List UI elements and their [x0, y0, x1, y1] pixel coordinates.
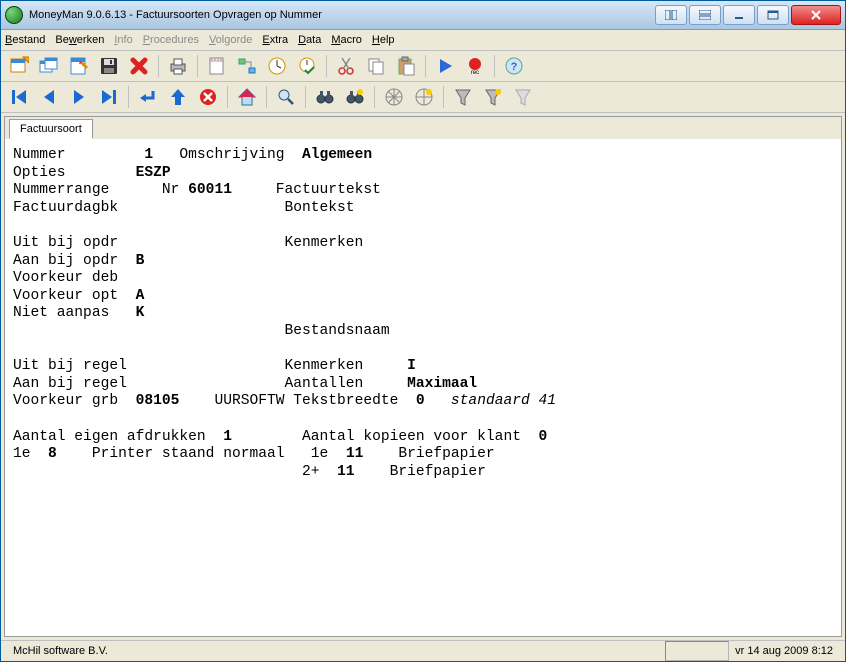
menu-info: Info [114, 34, 132, 46]
status-bar: McHil software B.V. vr 14 aug 2009 8:12 [1, 640, 845, 661]
menu-help[interactable]: Help [372, 34, 395, 46]
clock-icon[interactable] [263, 52, 291, 80]
edit-icon[interactable] [65, 52, 93, 80]
toolbar-navigation [1, 82, 845, 113]
menu-bewerken[interactable]: Bewerken [55, 34, 104, 46]
tab-panel: Nummer 1 Omschrijving Algemeen Opties ES… [5, 138, 841, 636]
status-company: McHil software B.V. [7, 642, 114, 660]
close-button[interactable] [791, 5, 841, 25]
funnel-clear-icon[interactable] [509, 83, 537, 111]
next-icon[interactable] [65, 83, 93, 111]
record-icon[interactable]: rec [461, 52, 489, 80]
cancel-icon[interactable] [194, 83, 222, 111]
binoculars-highlight-icon[interactable] [341, 83, 369, 111]
tile-vert-button[interactable] [655, 5, 687, 25]
menu-bar: Bestand Bewerken Info Procedures Volgord… [1, 30, 845, 51]
delete-icon[interactable] [125, 52, 153, 80]
content-frame: Factuursoort Nummer 1 Omschrijving Algem… [4, 116, 842, 637]
menu-procedures: Procedures [143, 34, 199, 46]
menu-extra[interactable]: Extra [262, 34, 288, 46]
last-icon[interactable] [95, 83, 123, 111]
first-icon[interactable] [5, 83, 33, 111]
menu-bestand[interactable]: Bestand [5, 34, 45, 46]
copy-icon[interactable] [362, 52, 390, 80]
funnel-icon[interactable] [449, 83, 477, 111]
minimize-button[interactable] [723, 5, 755, 25]
play-icon[interactable] [431, 52, 459, 80]
open-window-icon[interactable] [35, 52, 63, 80]
menu-volgorde: Volgorde [209, 34, 252, 46]
menu-data[interactable]: Data [298, 34, 321, 46]
binoculars-icon[interactable] [311, 83, 339, 111]
toolbar-primary: rec ? [1, 51, 845, 82]
app-icon [5, 6, 23, 24]
detail-body: Nummer 1 Omschrijving Algemeen Opties ES… [5, 139, 841, 489]
tab-factuursoort[interactable]: Factuursoort [9, 119, 93, 139]
svg-text:rec: rec [471, 70, 479, 76]
status-datetime: vr 14 aug 2009 8:12 [729, 642, 839, 660]
window-title: MoneyMan 9.0.6.13 - Factuursoorten Opvra… [29, 9, 322, 21]
title-bar: MoneyMan 9.0.6.13 - Factuursoorten Opvra… [1, 1, 845, 30]
web-highlight-icon[interactable] [410, 83, 438, 111]
new-window-icon[interactable] [5, 52, 33, 80]
web-icon[interactable] [380, 83, 408, 111]
notes-icon[interactable] [203, 52, 231, 80]
app-window: MoneyMan 9.0.6.13 - Factuursoorten Opvra… [0, 0, 846, 662]
home-icon[interactable] [233, 83, 261, 111]
return-icon[interactable] [134, 83, 162, 111]
paste-icon[interactable] [392, 52, 420, 80]
cut-icon[interactable] [332, 52, 360, 80]
prev-icon[interactable] [35, 83, 63, 111]
svg-text:?: ? [511, 61, 518, 73]
flow-icon[interactable] [233, 52, 261, 80]
help-icon[interactable]: ? [500, 52, 528, 80]
maximize-button[interactable] [757, 5, 789, 25]
up-icon[interactable] [164, 83, 192, 111]
tile-horiz-button[interactable] [689, 5, 721, 25]
tab-strip: Factuursoort [5, 117, 841, 139]
funnel-highlight-icon[interactable] [479, 83, 507, 111]
save-icon[interactable] [95, 52, 123, 80]
zoom-icon[interactable] [272, 83, 300, 111]
menu-macro[interactable]: Macro [331, 34, 362, 46]
print-icon[interactable] [164, 52, 192, 80]
check-clock-icon[interactable] [293, 52, 321, 80]
status-spacer [665, 641, 729, 661]
